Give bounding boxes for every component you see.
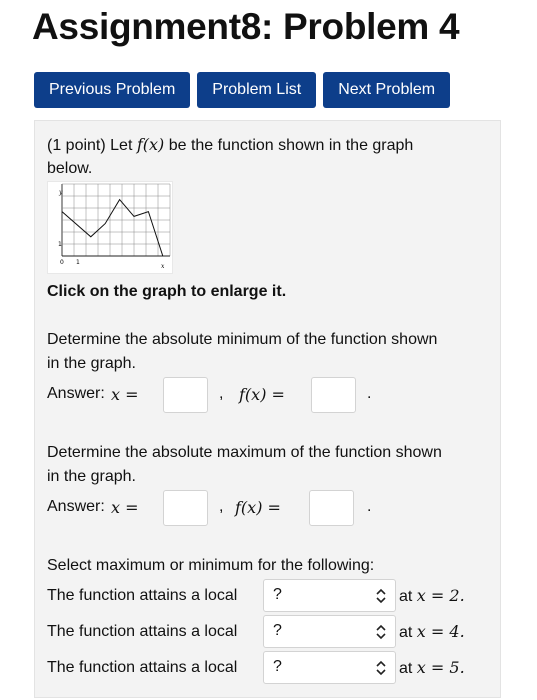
q2-line-1: Determine the absolute maximum of the fu… [47,444,442,461]
graph-tick-x1: 1 [76,259,80,266]
q1-period: . [367,385,372,402]
function-graph[interactable]: y x 0 1 1 [48,182,172,273]
graph-grid [61,183,171,257]
graph-y-label: y [58,189,63,196]
q3-row-3: The function attains a local ? at x = 5. [47,651,487,685]
q3-row-3-select[interactable]: ? [263,651,396,684]
graph-x-label: x [161,263,165,270]
enlarge-instruction: Click on the graph to enlarge it. [47,283,287,300]
previous-problem-button[interactable]: Previous Problem [34,72,191,108]
q1-answer-row: Answer: x = , f(x) = . [47,377,487,413]
q2-period: . [367,498,372,515]
q1-line-1: Determine the absolute minimum of the fu… [47,331,438,348]
q2-comma: , [219,498,224,515]
graph-tick-y1: 1 [58,241,62,248]
q3-row-2-selected: ? [273,622,282,639]
next-problem-button[interactable]: Next Problem [323,72,451,108]
q3-row-1-selected: ? [273,586,282,603]
q3-row-2: The function attains a local ? at x = 4. [47,615,487,649]
q1-comma: , [219,385,224,402]
q3-row-2-at-text: at [399,624,417,641]
q2-answer-label: Answer: [47,498,105,515]
q1-x-input[interactable] [163,377,208,413]
q3-row-1-at: at x = 2. [399,586,465,606]
q3-prompt: Select maximum or minimum for the follow… [47,557,375,574]
q3-row-3-at: at x = 5. [399,658,465,678]
chevron-updown-icon [376,660,386,676]
q1-line-2: in the graph. [47,355,136,372]
intro-suffix: be the function shown in the graph [164,137,414,154]
function-graph-thumbnail[interactable]: y x 0 1 1 [47,181,173,274]
q3-row-2-select[interactable]: ? [263,615,396,648]
q2-answer-row: Answer: x = , f(x) = . [47,490,487,526]
q3-row-2-label: The function attains a local [47,623,238,640]
problem-navigation: Previous Problem Problem List Next Probl… [34,72,457,108]
intro-fx: f(x) [136,135,165,154]
q3-row-1-x-value: x = 2. [416,586,465,605]
q2-fx-input[interactable] [309,490,354,526]
q2-x-equals: x = [111,498,139,517]
q1-answer-label: Answer: [47,385,105,402]
problem-list-button[interactable]: Problem List [197,72,317,108]
q3-row-2-x-value: x = 4. [416,622,465,641]
chevron-updown-icon [376,588,386,604]
page-title: Assignment8: Problem 4 [32,6,460,47]
q3-row-1-label: The function attains a local [47,587,238,604]
q3-row-2-at: at x = 4. [399,622,465,642]
q1-fx-equals: f(x) = [239,385,285,404]
q2-fx-equals: f(x) = [235,498,281,517]
q3-row-1-select[interactable]: ? [263,579,396,612]
intro-line-2: below. [47,160,93,177]
intro-line-1: (1 point) Let f(x) be the function shown… [47,133,413,158]
q3-row-3-selected: ? [273,658,282,675]
q3-row-3-label: The function attains a local [47,659,238,676]
intro-prefix: (1 point) Let [47,137,137,154]
chevron-updown-icon [376,624,386,640]
q1-x-equals: x = [111,385,139,404]
q2-x-input[interactable] [163,490,208,526]
q3-row-3-at-text: at [399,660,417,677]
q3-row-1: The function attains a local ? at x = 2. [47,579,487,613]
problem-panel: (1 point) Let f(x) be the function shown… [34,120,501,698]
q3-row-3-x-value: x = 5. [416,658,465,677]
q1-fx-input[interactable] [311,377,356,413]
graph-tick-0: 0 [60,259,64,266]
q2-line-2: in the graph. [47,468,136,485]
q3-row-1-at-text: at [399,588,417,605]
